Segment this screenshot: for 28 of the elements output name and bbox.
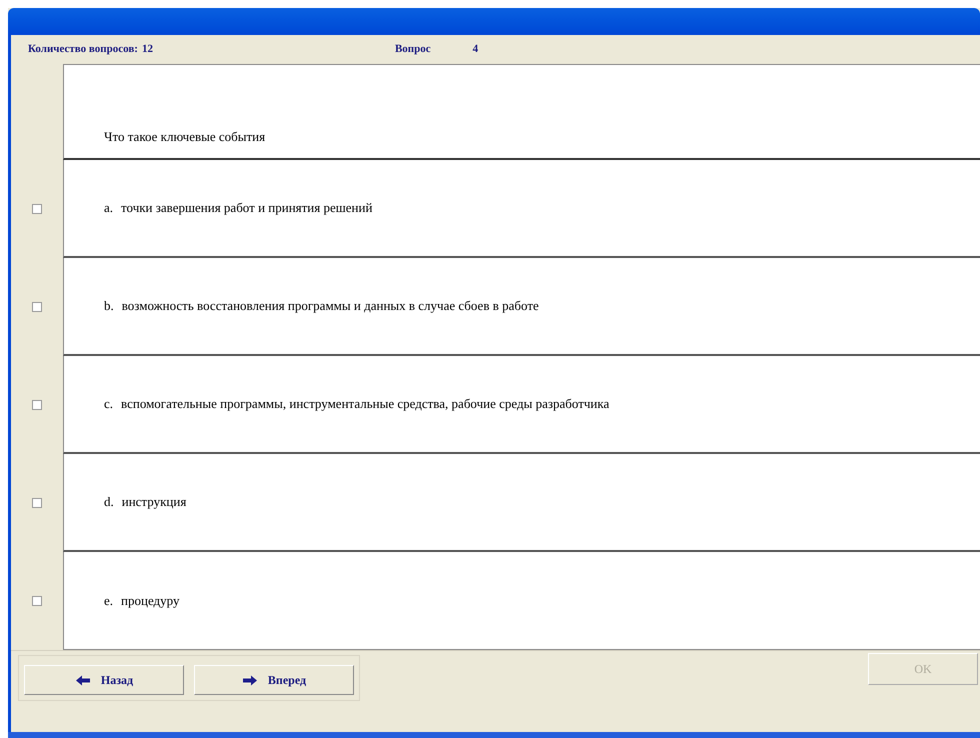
option-letter: e. [104,592,114,610]
option-text: инструкция [122,493,186,512]
option-letter: a. [104,199,114,218]
question-text: Что такое ключевые события [104,128,266,146]
option-letter: c. [104,395,114,414]
option-text: процедуру [121,592,180,610]
option-text: вспомогательные программы, инструментальные средства, рабочие среды разработчика [121,395,610,414]
option-row[interactable]: a. точки завершения работ и принятия решений [63,160,980,258]
option-checkbox[interactable] [32,596,42,606]
option-letter: d. [104,493,114,512]
option-checkbox[interactable] [32,498,42,508]
question-number-value: 4 [472,42,478,58]
option-checkbox[interactable] [32,204,42,214]
nav-button[interactable]: Вперед [194,665,354,695]
option-row[interactable]: b. возможность восстановления программы и данных в случае сбоев в работе [63,258,980,356]
question-count-value: 12 [142,42,153,58]
option-letter: b. [104,297,114,316]
arrow-icon [74,674,91,686]
nav-button[interactable]: Назад [24,665,184,695]
question-count-label: Количество вопросов: [28,42,138,58]
option-text: точки завершения работ и принятия решений [121,199,372,218]
option-row[interactable]: d. инструкция [63,454,980,552]
question-number-label: Вопрос [394,42,431,58]
option-text: возможность восстановления программы и данных в случае сбоев в работе [122,297,539,316]
arrow-icon [242,674,258,686]
option-checkbox[interactable] [32,302,42,312]
option-checkbox[interactable] [32,400,42,410]
option-row[interactable]: c. вспомогательные программы, инструментальные средства, рабочие среды разработчика [63,356,980,454]
